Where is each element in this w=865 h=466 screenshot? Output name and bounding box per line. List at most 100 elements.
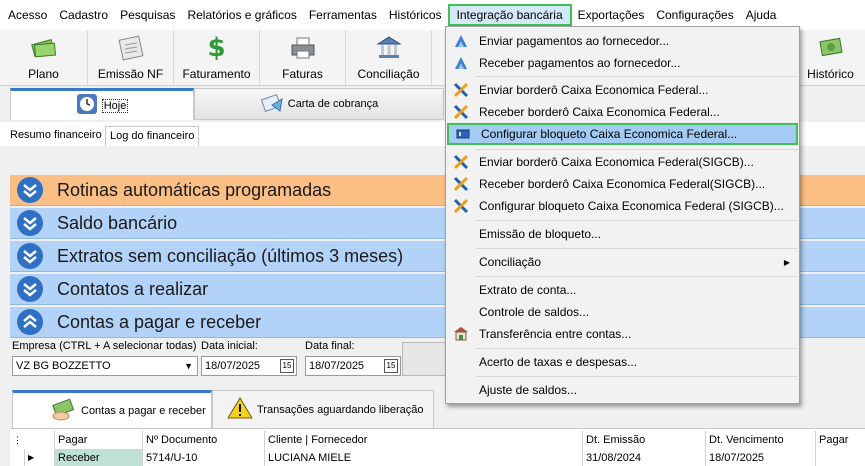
conciliacao-button[interactable]: Conciliação: [346, 30, 432, 86]
menu-item-configurar-bloqueto-sigcb[interactable]: Configurar bloqueto Caixa Economica Fede…: [447, 195, 798, 217]
bank-transfer-house-icon: [452, 325, 470, 343]
menu-ajuda[interactable]: Ajuda: [740, 4, 783, 26]
data-inicial-value: 18/07/2025: [205, 360, 261, 372]
tab-resumo-financeiro[interactable]: Resumo financeiro: [6, 126, 106, 146]
menu-item-label: Receber borderô Caixa Economica Federal.…: [479, 105, 720, 119]
chevron-down-icon: [17, 276, 43, 302]
panel-title: Contatos a realizar: [57, 278, 209, 299]
menu-item-label: Configurar bloqueto Caixa Economica Fede…: [479, 199, 784, 213]
tab-contas-a-pagar-e-receber[interactable]: Contas a pagar e receber: [12, 390, 212, 428]
menu-separator: [476, 348, 798, 349]
menu-item-label: Enviar pagamentos ao fornecedor...: [479, 34, 670, 48]
menu-item-enviar-pagamentos[interactable]: Enviar pagamentos ao fornecedor...: [447, 30, 798, 52]
menu-item-label: Controle de saldos...: [479, 305, 590, 319]
plano-label: Plano: [28, 67, 59, 81]
menu-acesso[interactable]: Acesso: [2, 4, 53, 26]
tab-hoje[interactable]: Hoje: [10, 88, 194, 120]
menu-item-label: Emissão de bloqueto...: [479, 227, 602, 241]
faturamento-button[interactable]: $ Faturamento: [174, 30, 260, 86]
data-final-label: Data final:: [305, 340, 355, 352]
data-inicial-input[interactable]: 18/07/2025 15: [201, 356, 297, 376]
panel-title: Rotinas automáticas programadas: [57, 179, 332, 200]
col-pagar[interactable]: Pagar: [54, 431, 142, 449]
caixa-x-icon: [452, 103, 470, 121]
menu-historicos[interactable]: Históricos: [383, 4, 448, 26]
menu-ferramentas[interactable]: Ferramentas: [303, 4, 383, 26]
cell-documento[interactable]: 5714/U-10: [142, 449, 264, 466]
bank-transfer-icon: [452, 54, 470, 72]
panel-title: Saldo bancário: [57, 212, 178, 233]
col-dt-emissao[interactable]: Dt. Emissão: [582, 431, 705, 449]
table-row[interactable]: ▶ Receber 5714/U-10 LUCIANA MIELE 31/08/…: [10, 449, 865, 466]
menu-item-ajuste-de-saldos[interactable]: Ajuste de saldos...: [447, 379, 798, 401]
calendar-icon[interactable]: 15: [384, 359, 398, 373]
empresa-select[interactable]: VZ BG BOZZETTO ▼: [12, 356, 198, 376]
letter-icon: [260, 91, 284, 118]
data-final-input[interactable]: 18/07/2025 15: [305, 356, 401, 376]
empresa-label: Empresa (CTRL + A selecionar todas): [12, 340, 197, 352]
panel-title: Contas a pagar e receber: [57, 311, 262, 332]
menu-item-transferencia-entre-contas[interactable]: Transferência entre contas...: [447, 323, 798, 345]
col-dt-vencimento[interactable]: Dt. Vencimento: [705, 431, 815, 449]
menu-integracao-bancaria[interactable]: Integração bancária: [447, 4, 572, 26]
menu-item-label: Acerto de taxas e despesas...: [479, 355, 638, 369]
menu-separator: [476, 376, 798, 377]
printer-icon: [289, 34, 317, 62]
row-pointer-icon: ▶: [24, 449, 54, 466]
faturas-button[interactable]: Faturas: [260, 30, 346, 86]
col-cliente-fornecedor[interactable]: Cliente | Fornecedor: [264, 431, 582, 449]
menu-separator: [476, 149, 798, 150]
plano-button[interactable]: Plano: [0, 30, 88, 86]
menu-item-extrato-de-conta[interactable]: Extrato de conta...: [447, 279, 798, 301]
card-icon: [454, 125, 472, 143]
data-final-value: 18/07/2025: [309, 360, 365, 372]
menu-pesquisas[interactable]: Pesquisas: [114, 4, 181, 26]
cell-emissao[interactable]: 31/08/2024: [582, 449, 705, 466]
menu-exportacoes[interactable]: Exportações: [572, 4, 651, 26]
tab-transacoes-aguardando[interactable]: Transações aguardando liberação: [212, 390, 434, 428]
menu-item-label: Enviar borderô Caixa Economica Federal..…: [479, 83, 709, 97]
dollar-icon: $: [207, 33, 226, 63]
menu-configuracoes[interactable]: Configurações: [650, 4, 739, 26]
menu-item-configurar-bloqueto-cef[interactable]: Configurar bloqueto Caixa Economica Fede…: [447, 123, 798, 145]
menu-item-enviar-bordero-cef[interactable]: Enviar borderô Caixa Economica Federal..…: [447, 79, 798, 101]
menu-item-enviar-bordero-sigcb[interactable]: Enviar borderô Caixa Economica Federal(S…: [447, 151, 798, 173]
col-numero-documento[interactable]: Nº Documento: [142, 431, 264, 449]
col-pagar-2[interactable]: Pagar: [815, 431, 865, 449]
menu-item-receber-bordero-cef[interactable]: Receber borderô Caixa Economica Federal.…: [447, 101, 798, 123]
menu-item-label: Enviar borderô Caixa Economica Federal(S…: [479, 155, 754, 169]
cell-vencimento[interactable]: 18/07/2025: [705, 449, 815, 466]
conciliacao-label: Conciliação: [357, 67, 420, 81]
caixa-x-icon: [452, 175, 470, 193]
menu-item-label: Extrato de conta...: [479, 283, 577, 297]
bank-icon: [375, 34, 403, 62]
menu-cadastro[interactable]: Cadastro: [53, 4, 114, 26]
menu-item-emissao-de-bloqueto[interactable]: Emissão de bloqueto...: [447, 223, 798, 245]
calendar-icon[interactable]: 15: [280, 359, 294, 373]
menu-item-acerto-de-taxas[interactable]: Acerto de taxas e despesas...: [447, 351, 798, 373]
cell-pagar[interactable]: [815, 449, 865, 466]
panel-title: Extratos sem conciliação (últimos 3 mese…: [57, 245, 404, 266]
historico-button[interactable]: Histórico: [795, 30, 865, 86]
row-indicator-icon: ⋮: [13, 435, 22, 445]
emissao-nf-button[interactable]: Emissão NF: [88, 30, 174, 86]
cell-cliente[interactable]: LUCIANA MIELE: [264, 449, 582, 466]
tab-carta-label: Carta de cobrança: [287, 98, 379, 110]
caixa-x-icon: [452, 153, 470, 171]
menu-item-receber-bordero-sigcb[interactable]: Receber borderô Caixa Economica Federal(…: [447, 173, 798, 195]
money-history-icon: [817, 34, 845, 62]
tab-log-do-financeiro[interactable]: Log do financeiro: [105, 126, 200, 146]
menu-separator: [476, 220, 798, 221]
menu-item-label: Ajuste de saldos...: [479, 383, 578, 397]
tab-carta-de-cobranca[interactable]: Carta de cobrança: [194, 88, 444, 120]
cell-tipo[interactable]: Receber: [54, 449, 142, 466]
menu-item-controle-de-saldos[interactable]: Controle de saldos...: [447, 301, 798, 323]
emissao-nf-label: Emissão NF: [97, 67, 164, 81]
menu-item-receber-pagamentos[interactable]: Receber pagamentos ao fornecedor...: [447, 52, 798, 74]
menu-item-conciliacao[interactable]: Conciliação ▶: [447, 251, 798, 273]
faturas-label: Faturas: [282, 67, 323, 81]
menu-item-label: Conciliação: [479, 255, 542, 269]
historico-label: Histórico: [807, 67, 854, 81]
menu-item-label: Receber borderô Caixa Economica Federal(…: [479, 177, 766, 191]
menu-relatorios[interactable]: Relatórios e gráficos: [181, 4, 302, 26]
